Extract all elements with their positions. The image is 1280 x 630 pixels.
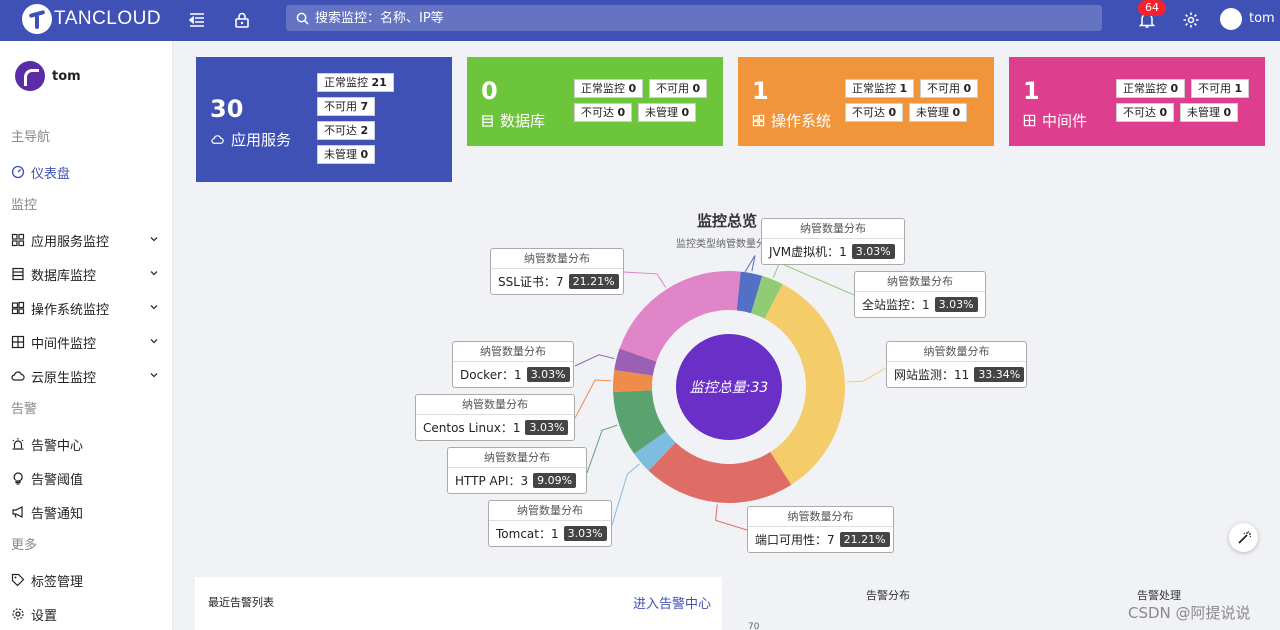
slice-connector [715, 504, 748, 531]
slice-label-jvm: 纳管数量分布 JVM虚拟机： 1 3.03% [761, 218, 905, 265]
slice-connector [574, 379, 612, 419]
slice-connector [623, 271, 667, 288]
slice-connector [611, 463, 640, 526]
recent-alert-title: 最近告警列表 [208, 596, 274, 609]
slice-label-httpapi: 纳管数量分布 HTTP API： 3 9.09% [447, 447, 587, 494]
slice-label-centos: 纳管数量分布 Centos Linux： 1 3.03% [415, 394, 575, 441]
magic-wand-button[interactable] [1229, 523, 1258, 552]
alert-handling-title: 告警处理 [1137, 589, 1181, 602]
watermark: CSDN @阿提说说 [1128, 604, 1251, 622]
monitor-donut-chart: 监控总量:33 [574, 255, 887, 531]
donut-slice[interactable] [648, 442, 792, 503]
slice-label-docker: 纳管数量分布 Docker： 1 3.03% [452, 341, 574, 388]
donut-center-label: 监控总量:33 [690, 380, 769, 396]
slice-label-website: 纳管数量分布 网站监测： 11 33.34% [886, 341, 1027, 388]
slice-connector [574, 354, 615, 367]
chart-title: 监控总览 [697, 212, 758, 230]
recent-alert-panel: 最近告警列表 进入告警中心 [195, 577, 722, 630]
slice-connector [846, 367, 887, 383]
slice-label-port: 纳管数量分布 端口可用性： 7 21.21% [747, 506, 894, 553]
magic-wand-icon [1237, 530, 1251, 544]
slice-connector [744, 255, 756, 273]
axis-tick-label: 70 [748, 622, 760, 630]
slice-label-ssl: 纳管数量分布 SSL证书： 7 21.21% [490, 248, 624, 295]
slice-connector [586, 424, 618, 474]
alert-distribution-title: 告警分布 [866, 589, 910, 602]
slice-label-tomcat: 纳管数量分布 Tomcat： 1 3.03% [488, 500, 612, 547]
slice-label-fullsite: 纳管数量分布 全站监控： 1 3.03% [854, 271, 986, 318]
alert-center-link[interactable]: 进入告警中心 [633, 593, 711, 612]
